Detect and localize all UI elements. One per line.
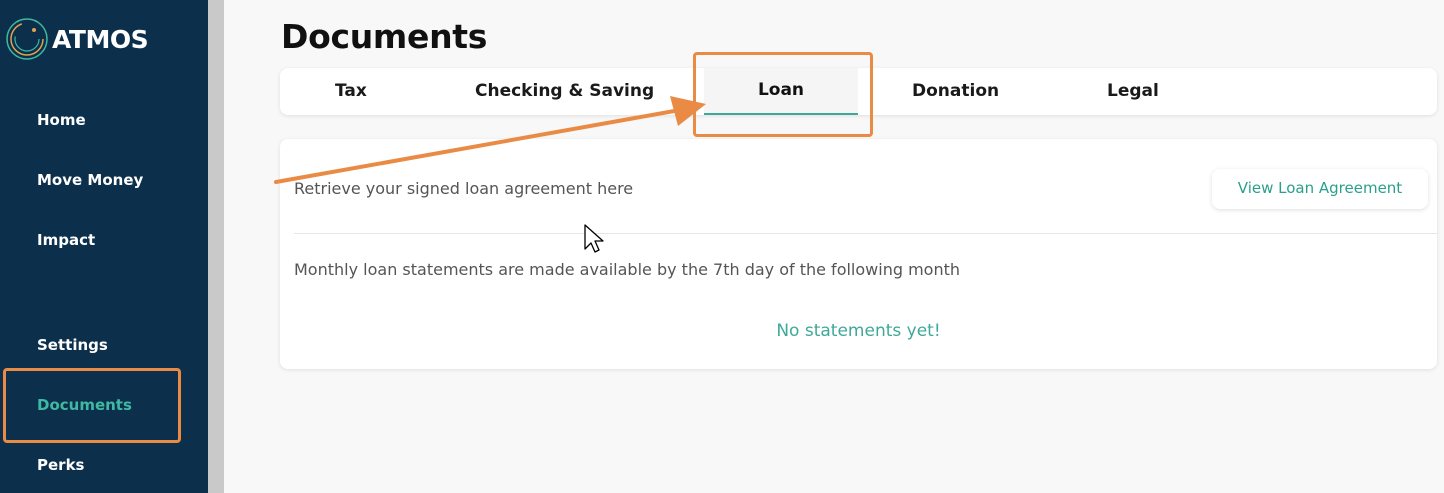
atmos-logo-icon [6,18,48,60]
divider [294,233,1437,234]
brand-logo[interactable]: ATMOS [5,17,149,61]
tab-donation[interactable]: Donation [912,68,999,115]
sidebar-item-settings[interactable]: Settings [37,336,108,354]
sidebar-item-perks[interactable]: Perks [37,456,84,474]
no-statements-message: No statements yet! [776,321,941,341]
sidebar: ATMOS Home Move Money Impact Settings Do… [0,0,208,493]
document-tabs: Tax Checking & Saving Donation Legal [280,68,1437,115]
tab-legal[interactable]: Legal [1107,68,1159,115]
tab-checking-saving[interactable]: Checking & Saving [475,68,654,115]
monthly-statements-text: Monthly loan statements are made availab… [294,260,960,279]
sidebar-item-home[interactable]: Home [37,111,86,129]
sidebar-scrollbar[interactable] [208,0,224,493]
sidebar-item-move-money[interactable]: Move Money [37,171,143,189]
loan-documents-card: Retrieve your signed loan agreement here… [280,139,1437,369]
tab-tax[interactable]: Tax [335,68,367,115]
page-title: Documents [281,17,488,56]
sidebar-item-impact[interactable]: Impact [37,231,95,249]
view-loan-agreement-button[interactable]: View Loan Agreement [1212,169,1428,209]
tab-loan[interactable]: Loan [704,68,858,115]
sidebar-item-documents[interactable]: Documents [37,396,132,414]
brand-name: ATMOS [52,24,149,54]
loan-agreement-text: Retrieve your signed loan agreement here [294,179,634,198]
